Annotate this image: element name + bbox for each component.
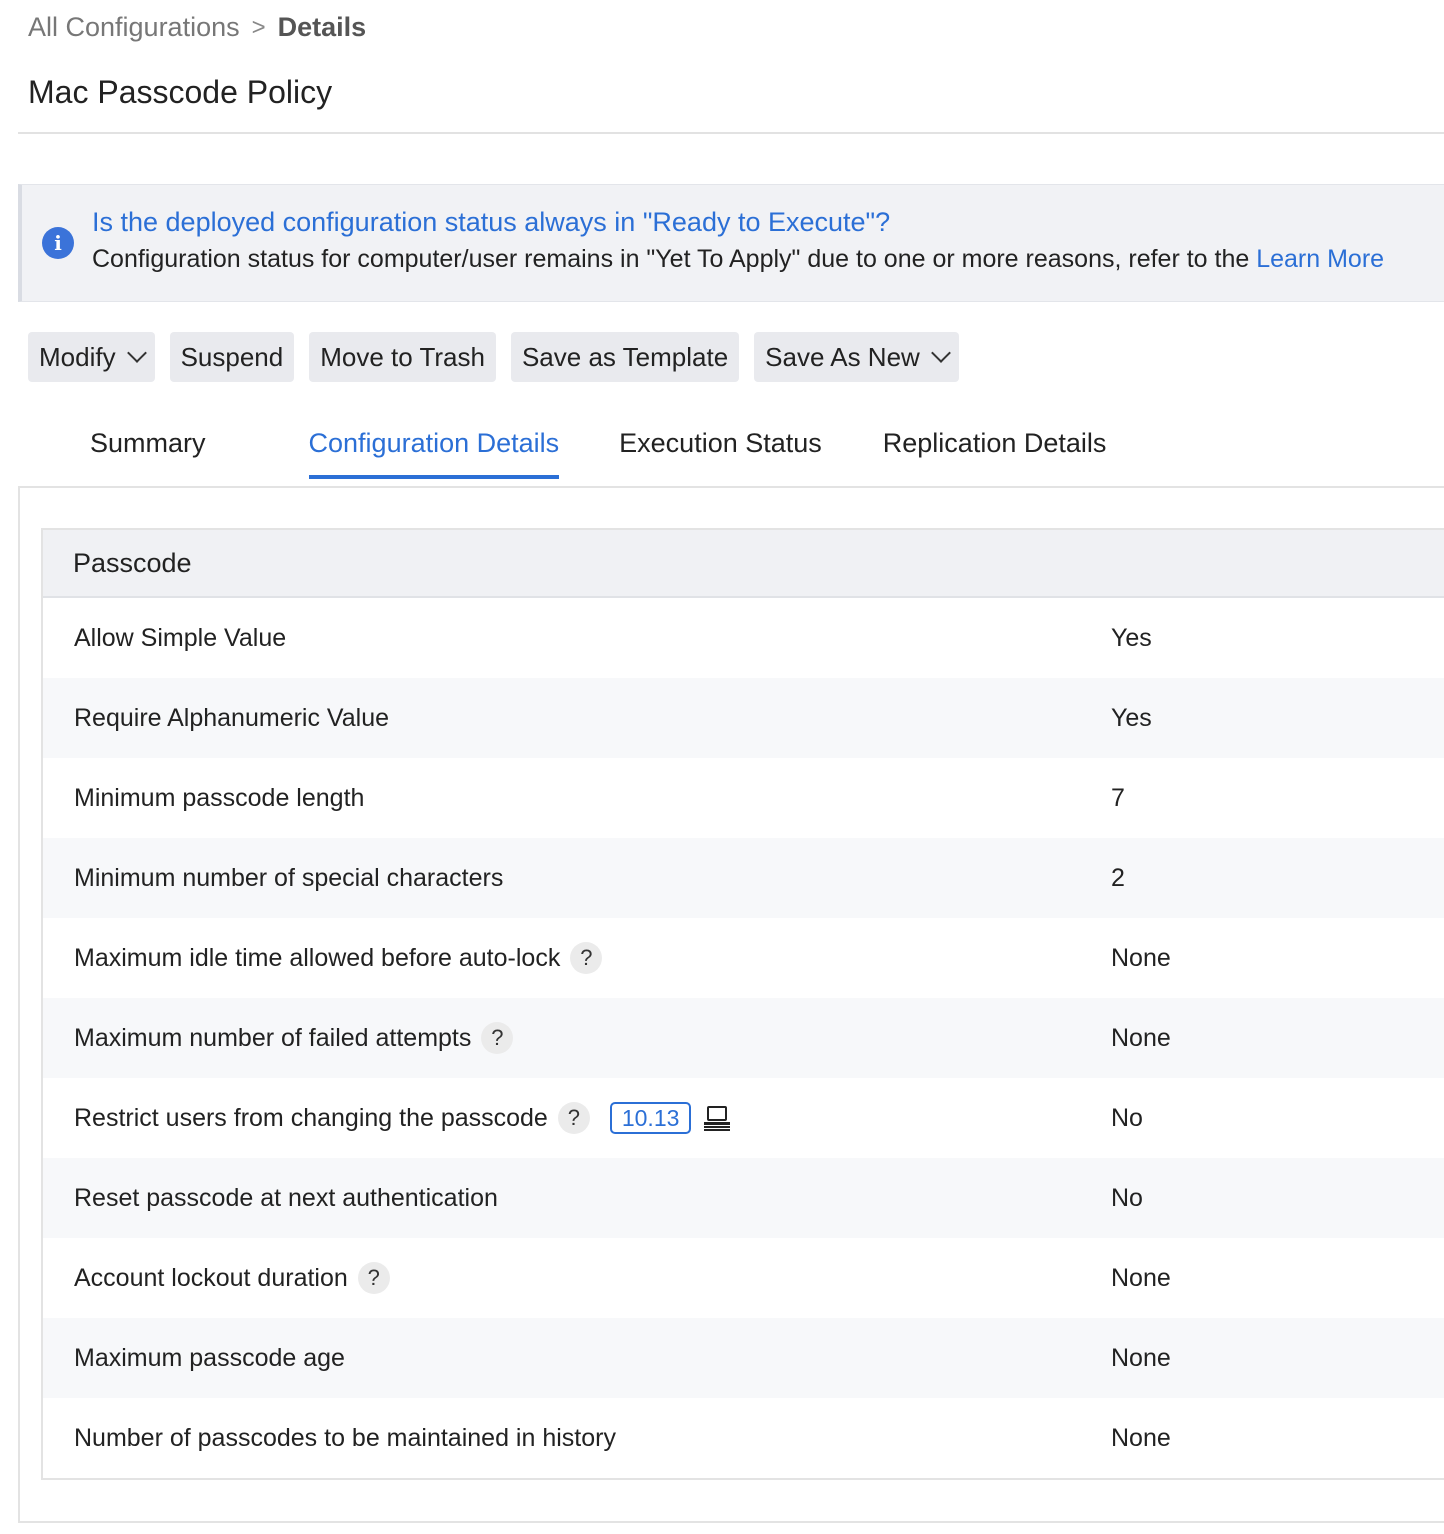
row-label-text: Maximum idle time allowed before auto-lo… xyxy=(74,943,561,972)
tab-configuration-details[interactable]: Configuration Details xyxy=(308,428,560,479)
row-label: Restrict users from changing the passcod… xyxy=(74,1102,731,1134)
row-label-text: Allow Simple Value xyxy=(74,623,287,652)
help-icon[interactable]: ? xyxy=(557,1102,590,1134)
save-as-template-button-label: Save as Template xyxy=(521,341,729,372)
row-label: Number of passcodes to be maintained in … xyxy=(74,1424,616,1453)
row-label: Minimum number of special characters xyxy=(74,864,503,893)
tab-summary[interactable]: Summary xyxy=(90,428,206,479)
row-label-text: Maximum passcode age xyxy=(74,1343,345,1372)
suspend-button[interactable]: Suspend xyxy=(169,332,295,382)
table-row: Maximum idle time allowed before auto-lo… xyxy=(43,918,1444,998)
row-label: Account lockout duration ? xyxy=(74,1262,390,1294)
row-label: Minimum passcode length xyxy=(74,784,364,813)
table-row: Maximum number of failed attempts ? None xyxy=(43,998,1444,1078)
info-icon: i xyxy=(42,227,74,259)
row-label: Require Alphanumeric Value xyxy=(74,704,389,733)
row-label-text: Minimum passcode length xyxy=(74,783,365,812)
table-row: Restrict users from changing the passcod… xyxy=(43,1078,1444,1158)
row-value: None xyxy=(1111,1263,1171,1292)
tab-execution-status[interactable]: Execution Status xyxy=(619,428,822,479)
row-label: Reset passcode at next authentication xyxy=(74,1184,498,1213)
section-title: Passcode xyxy=(73,547,192,578)
configuration-details-panel: Passcode Allow Simple Value Yes Require … xyxy=(18,486,1444,1523)
row-value: 7 xyxy=(1111,783,1125,812)
row-value: No xyxy=(1111,1183,1143,1212)
save-as-new-button-label: Save As New xyxy=(765,341,920,372)
row-value: Yes xyxy=(1111,703,1152,732)
row-label: Maximum number of failed attempts ? xyxy=(74,1022,514,1054)
info-banner-text: Configuration status for computer/user r… xyxy=(92,245,1384,274)
move-to-trash-button[interactable]: Move to Trash xyxy=(309,332,496,382)
help-icon[interactable]: ? xyxy=(481,1022,514,1054)
tab-bar: Summary Configuration Details Execution … xyxy=(90,428,1106,479)
row-label-text: Account lockout duration xyxy=(74,1263,348,1292)
breadcrumb-current: Details xyxy=(277,12,367,42)
tab-replication-details[interactable]: Replication Details xyxy=(883,428,1107,479)
row-value: None xyxy=(1111,1023,1171,1052)
row-value: None xyxy=(1111,1343,1171,1372)
info-banner-question[interactable]: Is the deployed configuration status alw… xyxy=(92,207,890,238)
row-label-text: Restrict users from changing the passcod… xyxy=(74,1103,548,1132)
breadcrumb: All Configurations > Details xyxy=(28,12,366,43)
os-version-badge: 10.13 xyxy=(609,1102,692,1134)
modify-button[interactable]: Modify xyxy=(28,332,155,382)
table-row: Minimum passcode length 7 xyxy=(43,758,1444,838)
row-label-text: Number of passcodes to be maintained in … xyxy=(74,1423,616,1452)
row-label-text: Minimum number of special characters xyxy=(74,863,504,892)
chevron-right-icon: > xyxy=(251,13,266,41)
table-row: Minimum number of special characters 2 xyxy=(43,838,1444,918)
passcode-settings-table: Passcode Allow Simple Value Yes Require … xyxy=(41,528,1444,1480)
row-label: Maximum idle time allowed before auto-lo… xyxy=(74,942,603,974)
help-icon[interactable]: ? xyxy=(357,1262,390,1294)
row-label: Allow Simple Value xyxy=(74,624,286,653)
title-divider xyxy=(18,132,1444,134)
info-banner-text-body: Configuration status for computer/user r… xyxy=(92,245,1257,273)
row-label-text: Reset passcode at next authentication xyxy=(74,1183,498,1212)
row-label-text: Require Alphanumeric Value xyxy=(74,703,390,732)
move-to-trash-button-label: Move to Trash xyxy=(320,341,485,372)
chevron-down-icon xyxy=(126,343,147,363)
macbook-icon xyxy=(703,1105,731,1131)
table-row: Account lockout duration ? None xyxy=(43,1238,1444,1318)
modify-button-label: Modify xyxy=(39,341,116,372)
table-row: Number of passcodes to be maintained in … xyxy=(43,1398,1444,1478)
page-title: Mac Passcode Policy xyxy=(28,74,333,110)
info-banner: i Is the deployed configuration status a… xyxy=(18,184,1444,302)
save-as-new-button[interactable]: Save As New xyxy=(754,332,959,382)
section-header: Passcode xyxy=(43,530,1444,598)
table-row: Allow Simple Value Yes xyxy=(43,598,1444,678)
row-value: None xyxy=(1111,943,1171,972)
action-toolbar: Modify Suspend Move to Trash Save as Tem… xyxy=(28,332,959,382)
row-value: No xyxy=(1111,1103,1143,1132)
chevron-down-icon xyxy=(930,343,951,363)
help-icon[interactable]: ? xyxy=(570,942,603,974)
row-value: 2 xyxy=(1111,863,1125,892)
row-value: None xyxy=(1111,1423,1171,1452)
table-row: Require Alphanumeric Value Yes xyxy=(43,678,1444,758)
row-value: Yes xyxy=(1111,623,1152,652)
suspend-button-label: Suspend xyxy=(180,341,284,372)
table-row: Maximum passcode age None xyxy=(43,1318,1444,1398)
breadcrumb-all-configurations-link[interactable]: All Configurations xyxy=(28,12,240,43)
row-label: Maximum passcode age xyxy=(74,1344,345,1373)
row-label-text: Maximum number of failed attempts xyxy=(74,1023,472,1052)
learn-more-link[interactable]: Learn More xyxy=(1256,245,1384,273)
table-row: Reset passcode at next authentication No xyxy=(43,1158,1444,1238)
save-as-template-button[interactable]: Save as Template xyxy=(510,332,740,382)
